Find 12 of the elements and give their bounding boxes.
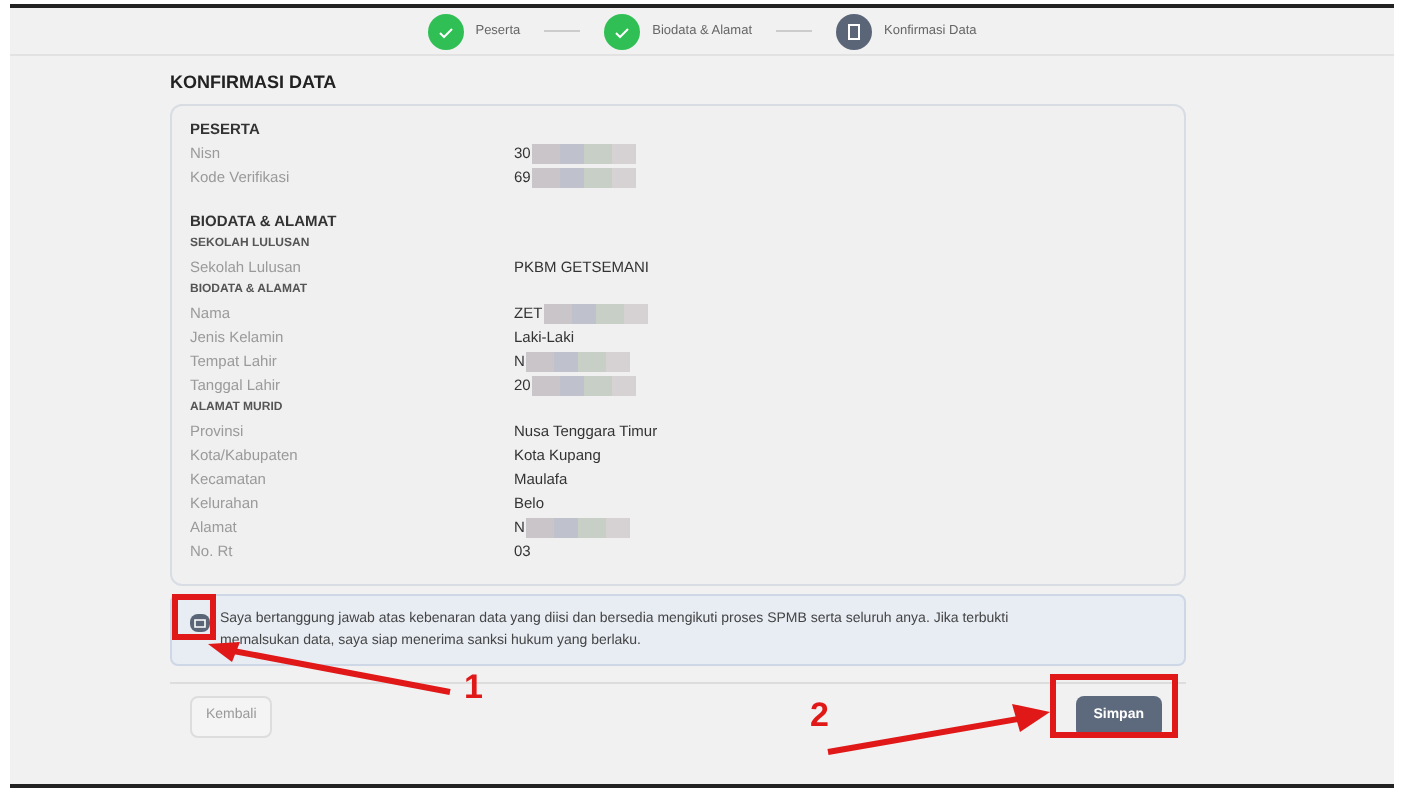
redaction-blur <box>526 518 631 538</box>
redaction-blur <box>544 304 649 324</box>
agreement-checkbox[interactable] <box>190 614 210 632</box>
redaction-blur <box>526 352 631 372</box>
page-title: KONFIRMASI DATA <box>170 70 337 96</box>
annotation-number: 1 <box>464 666 483 710</box>
highlight-frame <box>1050 674 1178 738</box>
highlight-frame <box>172 594 216 640</box>
redaction-blur <box>532 143 637 164</box>
redaction-blur <box>532 376 637 396</box>
annotation-number: 2 <box>810 694 829 738</box>
redaction-blur <box>532 167 637 188</box>
